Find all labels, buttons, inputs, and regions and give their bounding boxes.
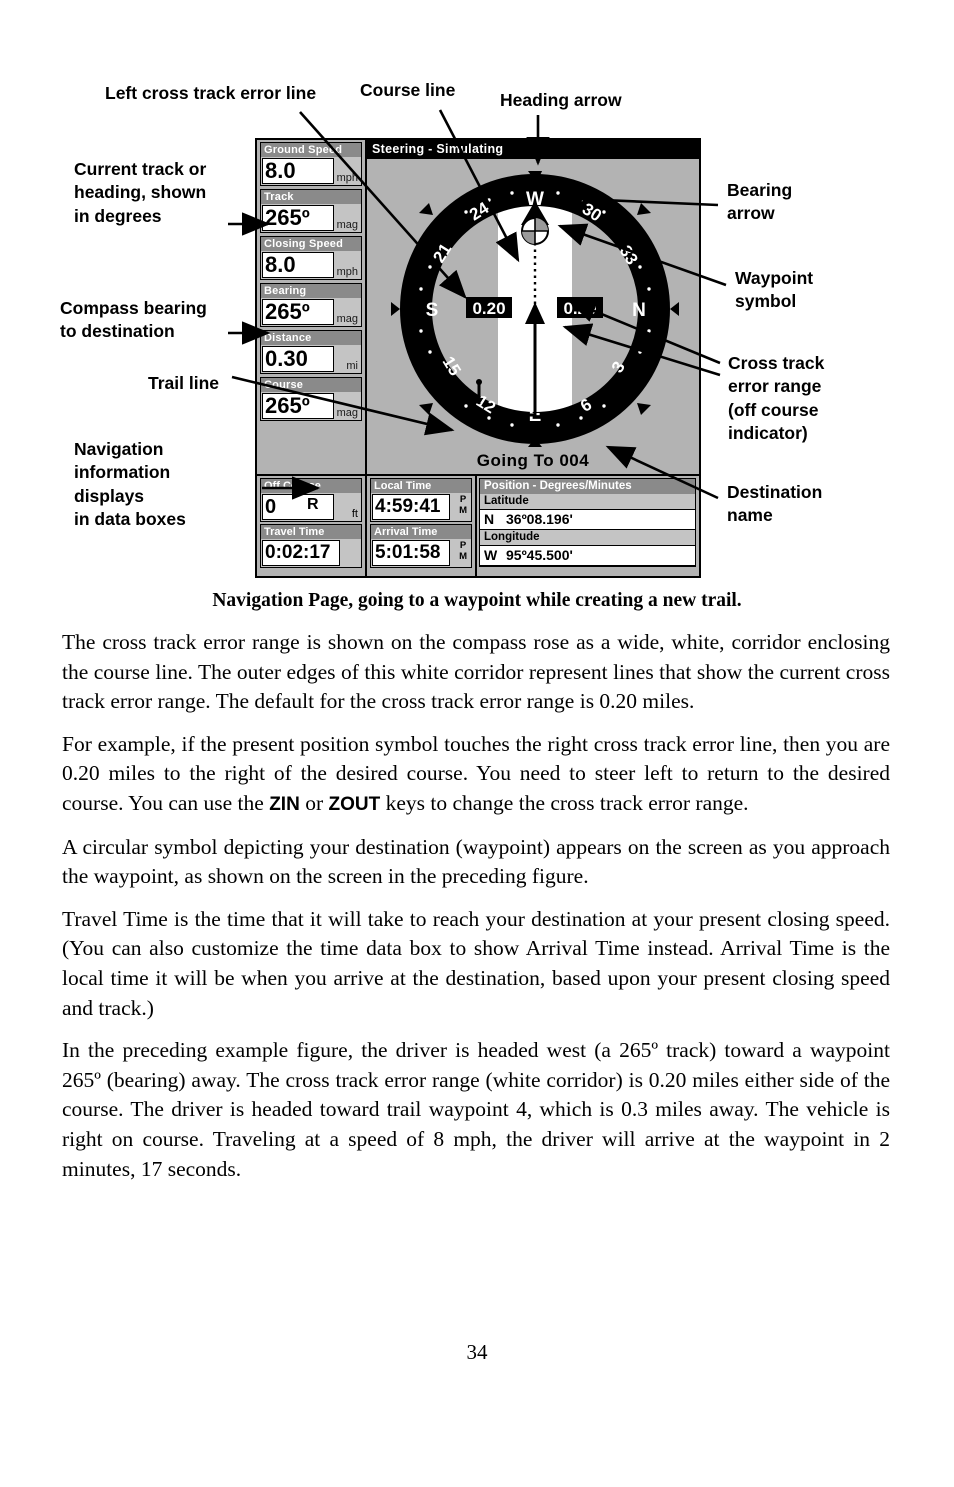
key-zout: ZOUT bbox=[328, 793, 381, 815]
data-box-value: 265º bbox=[262, 299, 334, 325]
data-box-ground-speed[interactable]: Ground Speed 8.0 mph bbox=[260, 142, 362, 186]
svg-text:0.20: 0.20 bbox=[563, 299, 596, 318]
data-box-value: 265º bbox=[262, 205, 334, 231]
steering-panel: Steering - Simulating W E S N 24 21 15 1… bbox=[367, 140, 699, 474]
data-box-label: Arrival Time bbox=[371, 525, 471, 539]
meridiem-label: PM bbox=[459, 494, 467, 516]
longitude-hemisphere: W bbox=[484, 547, 498, 563]
data-box-unit: mag bbox=[336, 219, 358, 231]
callout-navigation-information: Navigation information displays in data … bbox=[74, 439, 186, 529]
callout-course-line: Course line bbox=[360, 80, 456, 100]
destination-name-text: Going To 004 bbox=[476, 451, 590, 470]
paragraph-2-part-c: keys to change the cross track error ran… bbox=[380, 790, 749, 815]
data-box-label: Bearing bbox=[261, 284, 361, 298]
page-number: 34 bbox=[466, 1340, 488, 1364]
callout-heading-arrow: Heading arrow bbox=[500, 90, 622, 110]
data-box-label: Off Course bbox=[261, 479, 361, 493]
data-box-value: 4:59:41 bbox=[372, 494, 450, 520]
data-box-value: 8.0 bbox=[262, 158, 334, 184]
paragraph-1: The cross track error range is shown on … bbox=[62, 630, 890, 714]
bottom-column-3: Position - Degrees/Minutes Latitude N 36º… bbox=[477, 476, 699, 576]
data-box-value: 265º bbox=[262, 393, 334, 419]
compass-rose: W E S N 24 21 15 12 6 3 33 30 0.20 0.20 bbox=[367, 159, 699, 474]
gps-device-screen: Ground Speed 8.0 mph Track 265º mag Clos… bbox=[255, 138, 701, 578]
key-zin: ZIN bbox=[269, 793, 300, 815]
callout-current-track: Current track or heading, shown in degre… bbox=[74, 159, 207, 226]
meridiem-label: PM bbox=[459, 540, 467, 562]
data-box-label: Distance bbox=[261, 331, 361, 345]
data-box-travel-time[interactable]: Travel Time 0:02:17 bbox=[260, 524, 362, 568]
latitude-degrees: 36º08.196' bbox=[506, 511, 573, 527]
data-box-value: 0:02:17 bbox=[262, 540, 340, 566]
paragraph-5: In the preceding example figure, the dri… bbox=[62, 1038, 890, 1181]
compass-rose-graphic: W E S N 24 21 15 12 6 3 33 30 0.20 0.20 bbox=[391, 171, 679, 447]
svg-text:0.20: 0.20 bbox=[472, 299, 505, 318]
data-box-label: Closing Speed bbox=[261, 237, 361, 251]
data-box-value: 5:01:58 bbox=[372, 540, 450, 566]
svg-text:S: S bbox=[426, 300, 439, 321]
off-course-side: R bbox=[307, 496, 319, 513]
svg-text:N: N bbox=[632, 300, 646, 321]
callout-destination-name: Destination name bbox=[727, 482, 823, 526]
longitude-value: W 95º45.500' bbox=[480, 545, 695, 566]
callout-bearing-arrow: Bearing arrow bbox=[727, 180, 793, 224]
data-box-label: Course bbox=[261, 378, 361, 392]
data-box-value: 0 bbox=[262, 494, 334, 520]
paragraph-2-part-b: or bbox=[299, 790, 329, 815]
paragraph-4: Travel Time is the time that it will tak… bbox=[62, 906, 890, 1020]
data-box-label: Travel Time bbox=[261, 525, 361, 539]
bottom-column-2: Local Time 4:59:41 PM Arrival Time 5:01:… bbox=[367, 476, 477, 576]
data-box-unit: ft bbox=[351, 508, 358, 520]
xte-left-label: 0.20 bbox=[466, 297, 512, 318]
data-box-closing-speed[interactable]: Closing Speed 8.0 mph bbox=[260, 236, 362, 280]
data-box-label: Local Time bbox=[371, 479, 471, 493]
data-box-track[interactable]: Track 265º mag bbox=[260, 189, 362, 233]
figure-caption: Navigation Page, going to a waypoint whi… bbox=[212, 590, 742, 611]
callout-compass-bearing: Compass bearing to destination bbox=[60, 298, 207, 342]
bottom-column-1: Off Course 0 R ft Travel Time 0:02:17 bbox=[257, 476, 367, 576]
steering-title-bar: Steering - Simulating bbox=[367, 140, 699, 159]
position-panel[interactable]: Position - Degrees/Minutes Latitude N 36º… bbox=[479, 478, 696, 567]
longitude-degrees: 95º45.500' bbox=[506, 547, 573, 563]
data-box-value: 8.0 bbox=[262, 252, 334, 278]
data-box-local-time[interactable]: Local Time 4:59:41 PM bbox=[370, 478, 472, 522]
data-box-unit: mag bbox=[336, 407, 358, 419]
longitude-label: Longitude bbox=[480, 530, 695, 545]
body-copy: The cross track error range is shown on … bbox=[62, 628, 890, 1197]
data-box-arrival-time[interactable]: Arrival Time 5:01:58 PM bbox=[370, 524, 472, 568]
xte-right-label: 0.20 bbox=[557, 297, 603, 318]
position-panel-header: Position - Degrees/Minutes bbox=[480, 479, 695, 494]
latitude-hemisphere: N bbox=[484, 511, 495, 527]
callout-trail-line: Trail line bbox=[148, 373, 219, 393]
data-box-unit: mi bbox=[346, 360, 358, 372]
data-box-bearing[interactable]: Bearing 265º mag bbox=[260, 283, 362, 327]
callout-left-cross-track-error-line: Left cross track error line bbox=[105, 83, 317, 103]
bottom-data-strip: Off Course 0 R ft Travel Time 0:02:17 Lo… bbox=[257, 474, 699, 576]
data-box-label: Track bbox=[261, 190, 361, 204]
data-box-unit: mag bbox=[336, 313, 358, 325]
manual-page: Left cross track error line Course line … bbox=[0, 0, 954, 1487]
data-box-label: Ground Speed bbox=[261, 143, 361, 157]
waypoint-symbol-graphic bbox=[521, 217, 549, 245]
paragraph-2: For example, if the present position sym… bbox=[62, 730, 890, 820]
latitude-value: N 36º08.196' bbox=[480, 509, 695, 530]
data-box-value: 0.30 bbox=[262, 346, 334, 372]
data-box-unit: mph bbox=[336, 266, 358, 278]
data-box-course[interactable]: Course 265º mag bbox=[260, 377, 362, 421]
paragraph-3: A circular symbol depicting your destina… bbox=[62, 834, 890, 889]
data-box-off-course[interactable]: Off Course 0 R ft bbox=[260, 478, 362, 522]
data-box-unit: mph bbox=[336, 172, 358, 184]
data-box-distance[interactable]: Distance 0.30 mi bbox=[260, 330, 362, 374]
latitude-label: Latitude bbox=[480, 494, 695, 509]
callout-cross-track-error-range: Cross track error range (off course indi… bbox=[728, 353, 825, 443]
callout-waypoint-symbol: Waypoint symbol bbox=[735, 268, 814, 312]
